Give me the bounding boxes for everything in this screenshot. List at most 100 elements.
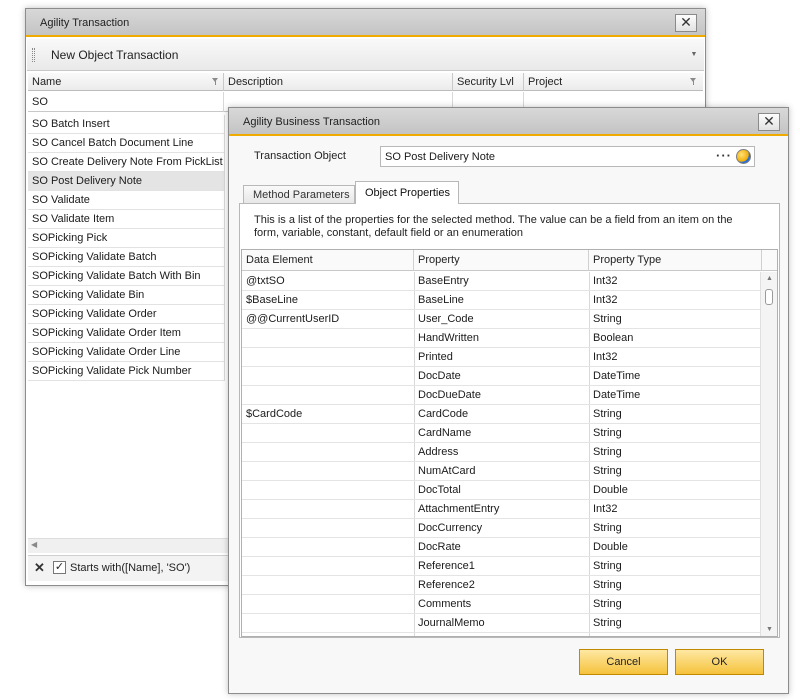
property-cell: Comments [418, 598, 472, 610]
browse-button[interactable]: ··· [716, 148, 732, 163]
property-type-cell: Int32 [593, 503, 618, 515]
property-type-cell: String [593, 560, 622, 572]
filter-expression[interactable]: Starts with([Name], 'SO') [70, 562, 190, 574]
header-property-type[interactable]: Property Type [589, 250, 762, 271]
transaction-object-value: SO Post Delivery Note [385, 151, 496, 163]
property-type-cell: String [593, 427, 622, 439]
list-item[interactable]: SOPicking Validate Batch With Bin [28, 267, 224, 286]
table-row[interactable]: JournalMemo String [242, 614, 762, 633]
x-icon[interactable]: ✕ [34, 561, 45, 574]
list-item[interactable]: SOPicking Pick [28, 229, 224, 248]
data-element-cell[interactable]: $BaseLine [246, 294, 298, 306]
property-type-cell: Int32 [593, 294, 618, 306]
filter-enabled-checkbox[interactable]: ✓ [53, 561, 66, 574]
table-row[interactable]: HandWritten Boolean [242, 329, 762, 348]
column-header-description[interactable]: Description [224, 73, 453, 91]
property-cell: DocDueDate [418, 389, 481, 401]
agility-business-transaction-dialog: Agility Business Transaction ✕ Transacti… [228, 107, 789, 694]
tab-method-parameters[interactable]: Method Parameters [243, 185, 355, 204]
table-row[interactable]: DocDueDate DateTime [242, 386, 762, 405]
list-item[interactable]: SO Create Delivery Note From PickList [28, 153, 224, 172]
list-item[interactable]: SOPicking Validate Order [28, 305, 224, 324]
data-element-cell[interactable]: @txtSO [246, 275, 285, 287]
data-element-cell[interactable]: @@CurrentUserID [246, 313, 339, 325]
property-type-cell: Boolean [593, 332, 634, 344]
table-row[interactable]: @txtSO BaseEntry Int32 [242, 272, 762, 291]
header-property[interactable]: Property [414, 250, 589, 271]
table-row[interactable]: Printed Int32 [242, 348, 762, 367]
table-row[interactable]: CardName String [242, 424, 762, 443]
new-object-transaction-button[interactable]: New Object Transaction [51, 48, 178, 62]
funnel-icon[interactable] [212, 78, 219, 85]
column-header-name[interactable]: Name [28, 73, 224, 91]
filter-panel: ✕ ✓ Starts with([Name], 'SO') [28, 555, 228, 581]
grid-vertical-scrollbar[interactable]: ▲ ▼ [760, 272, 777, 636]
property-cell: CardCode [418, 408, 469, 420]
scroll-down-icon[interactable]: ▼ [766, 626, 773, 633]
list-item[interactable]: SO Post Delivery Note [28, 172, 224, 191]
list-item[interactable]: SOPicking Validate Bin [28, 286, 224, 305]
transaction-object-label: Transaction Object [254, 150, 346, 162]
table-row[interactable]: DocDate DateTime [242, 367, 762, 386]
close-icon: ✕ [680, 14, 692, 30]
table-row[interactable]: @@CurrentUserID User_Code String [242, 310, 762, 329]
scroll-thumb[interactable] [765, 289, 773, 305]
transaction-object-field[interactable]: SO Post Delivery Note ··· [380, 146, 755, 167]
table-row[interactable]: Address String [242, 443, 762, 462]
properties-rows: @txtSO BaseEntry Int32 $BaseLine BaseLine Int… [242, 272, 762, 633]
data-element-cell[interactable]: $CardCode [246, 408, 302, 420]
table-row[interactable]: Reference2 String [242, 576, 762, 595]
toolbar-grip-icon[interactable] [32, 48, 35, 62]
property-cell: Reference1 [418, 560, 475, 572]
property-type-cell: String [593, 313, 622, 325]
column-header-security-lvl[interactable]: Security Lvl [453, 73, 524, 91]
property-cell: AttachmentEntry [418, 503, 500, 515]
scroll-left-icon[interactable]: ◀ [31, 540, 37, 549]
list-header: Name Description Security Lvl Project [28, 73, 703, 91]
horizontal-scrollbar[interactable]: ◀ [28, 538, 228, 553]
property-type-cell: Double [593, 484, 628, 496]
property-type-cell: Int32 [593, 351, 618, 363]
table-row[interactable]: Reference1 String [242, 557, 762, 576]
header-data-element[interactable]: Data Element [242, 250, 414, 271]
column-header-project[interactable]: Project [524, 73, 705, 91]
list-item[interactable]: SO Validate [28, 191, 224, 210]
property-cell: Reference2 [418, 579, 475, 591]
funnel-icon[interactable] [690, 78, 697, 85]
table-row[interactable]: DocCurrency String [242, 519, 762, 538]
property-cell: Address [418, 446, 459, 458]
link-icon[interactable] [736, 149, 751, 164]
list-item[interactable]: SOPicking Validate Order Line [28, 343, 224, 362]
table-row[interactable]: DocTotal Double [242, 481, 762, 500]
close-icon: ✕ [763, 113, 775, 129]
main-close-button[interactable]: ✕ [675, 14, 697, 32]
property-cell: User_Code [418, 313, 474, 325]
list-item[interactable]: SO Batch Insert [28, 115, 224, 134]
column-description-label: Description [228, 76, 284, 88]
table-row[interactable]: $CardCode CardCode String [242, 405, 762, 424]
property-cell: DocTotal [418, 484, 461, 496]
list-item[interactable]: SO Validate Item [28, 210, 224, 229]
tab-object-properties[interactable]: Object Properties [355, 181, 459, 204]
list-item[interactable]: SOPicking Validate Order Item [28, 324, 224, 343]
list-item[interactable]: SOPicking Validate Batch [28, 248, 224, 267]
list-item[interactable]: SO Cancel Batch Document Line [28, 134, 224, 153]
toolbar-dropdown-icon[interactable]: ▼ [688, 48, 700, 62]
property-type-cell: String [593, 522, 622, 534]
table-row[interactable]: NumAtCard String [242, 462, 762, 481]
transaction-toolbar: New Object Transaction ▼ [27, 39, 704, 71]
name-filter-input[interactable]: SO [28, 92, 224, 112]
list-column-divider [224, 115, 225, 381]
property-type-cell: String [593, 579, 622, 591]
property-cell: BaseEntry [418, 275, 469, 287]
table-row[interactable]: $BaseLine BaseLine Int32 [242, 291, 762, 310]
scroll-up-icon[interactable]: ▲ [766, 275, 773, 282]
table-row[interactable]: AttachmentEntry Int32 [242, 500, 762, 519]
table-row[interactable]: Comments String [242, 595, 762, 614]
table-row[interactable]: DocRate Double [242, 538, 762, 557]
properties-description: This is a list of the properties for the… [254, 214, 733, 239]
ok-button[interactable]: OK [675, 649, 764, 675]
dialog-close-button[interactable]: ✕ [758, 113, 780, 131]
cancel-button[interactable]: Cancel [579, 649, 668, 675]
list-item[interactable]: SOPicking Validate Pick Number [28, 362, 224, 381]
